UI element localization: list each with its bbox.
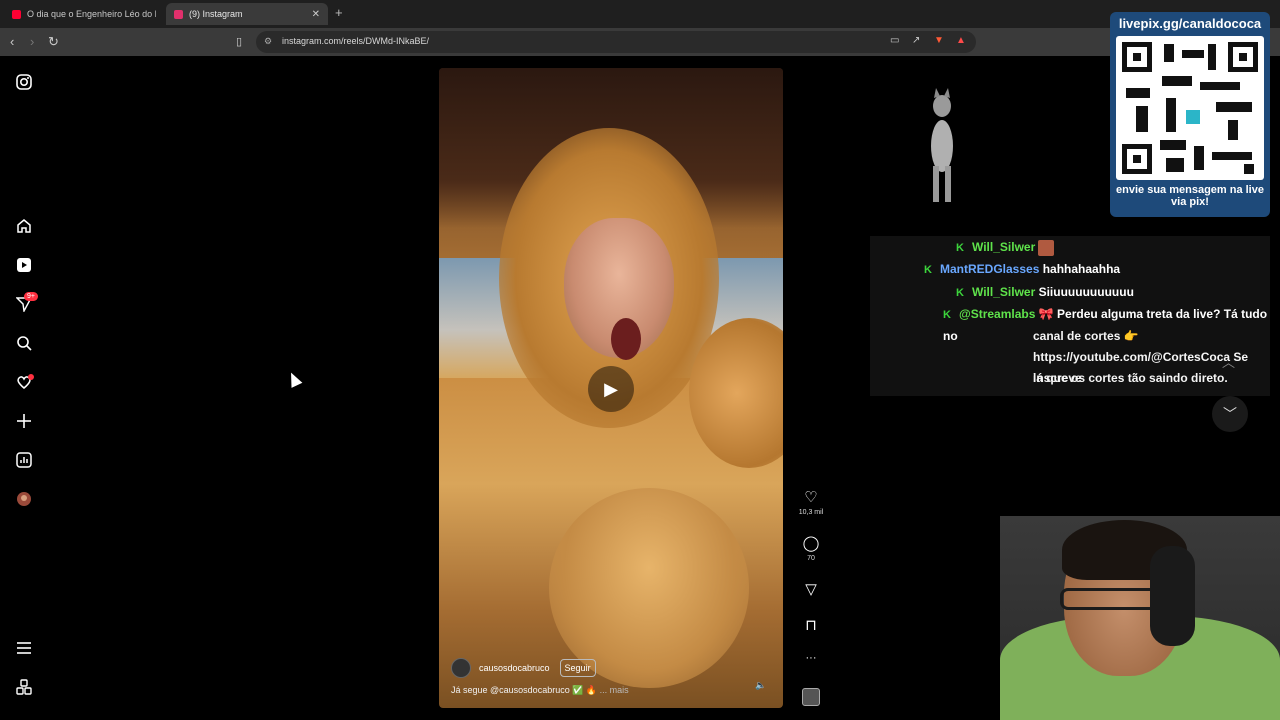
livepix-qr-panel: livepix.gg/canaldococa envie sua mensage… (1110, 12, 1270, 217)
back-icon[interactable]: ‹ (10, 34, 14, 49)
caption-more-link[interactable]: ... mais (600, 685, 629, 695)
reel-caption: Já segue @causosdocabruco ✅ 🔥 ... mais (451, 685, 629, 696)
instagram-favicon-icon (174, 9, 183, 19)
instagram-sidebar: 9+ (0, 56, 48, 720)
chat-message: K MantREDGlasses hahhahaahha (924, 259, 1120, 281)
reel-video[interactable]: ▶ causosdocabruco Seguir Já segue @causo… (439, 68, 783, 708)
menu-hamburger-icon[interactable] (14, 638, 34, 658)
home-icon[interactable] (14, 216, 34, 236)
profile-avatar[interactable] (14, 489, 34, 509)
share-send-icon: ▽ (805, 581, 817, 598)
comment-count: 70 (807, 555, 815, 562)
save-action[interactable]: ⊓ (795, 616, 827, 634)
chat-username: @Streamlabs (959, 307, 1036, 321)
url-text: instagram.com/reels/DWMd-INkaBE/ (282, 36, 430, 46)
chat-username: Will_Silwer (972, 240, 1036, 254)
chat-text: lá que os cortes tão saindo direto. (1033, 371, 1228, 385)
close-tab-icon[interactable]: ✕ (312, 9, 320, 20)
screen: O dia que o Engenheiro Léo do MBL (9) In… (0, 0, 1280, 720)
follow-button[interactable]: Seguir (559, 659, 596, 677)
tab-title: (9) Instagram (189, 9, 243, 19)
wolf-sticker-image (931, 88, 953, 202)
bookmark-icon[interactable]: ▯ (236, 35, 242, 48)
comment-action[interactable]: ◯ 70 (795, 534, 827, 562)
search-icon[interactable] (14, 333, 34, 353)
forward-icon[interactable]: › (30, 34, 34, 49)
emote-image (1038, 239, 1055, 256)
cast-icon[interactable]: ▭ (890, 35, 899, 46)
qr-footer: envie sua mensagem na live via pix! (1116, 184, 1264, 208)
like-action[interactable]: ♡ 10,3 mil (795, 488, 827, 516)
chat-message: K Will_Silwer Siiuuuuuuuuuuu (956, 282, 1134, 304)
create-plus-icon[interactable] (14, 411, 34, 431)
site-info-icon[interactable]: ⚙ (264, 36, 272, 47)
heart-icon: ♡ (804, 489, 818, 506)
reel-actions: ♡ 10,3 mil ◯ 70 ▽ ⊓ ··· (795, 488, 827, 712)
browser-toolbar: ‹ › ↻ ▯ ⚙ instagram.com/reels/DWMd-INkaB… (0, 28, 1280, 56)
messages-badge: 9+ (24, 292, 38, 301)
share-icon[interactable]: ↗ (912, 35, 920, 46)
brave-shield-icon[interactable]: ▼ (934, 35, 944, 46)
mouse-cursor-icon (285, 370, 303, 388)
chat-text: Siiuuuuuuuuuuu (1038, 285, 1134, 299)
tab-youtube[interactable]: O dia que o Engenheiro Léo do MBL (4, 3, 164, 25)
more-options-icon: ··· (805, 652, 817, 664)
kick-badge-icon: K (924, 264, 932, 276)
brave-rewards-icon[interactable]: ▲ (956, 35, 966, 46)
kick-badge-icon: K (956, 242, 964, 254)
previous-reel-icon[interactable]: ︿ (1222, 352, 1235, 371)
chat-text: hahhahaahha (1042, 262, 1121, 276)
new-tab-button[interactable]: + (335, 5, 343, 20)
chat-text: canal de cortes 👉 (1033, 329, 1139, 343)
bookmark-save-icon: ⊓ (805, 617, 817, 634)
like-count: 10,3 mil (798, 509, 824, 516)
more-options-action[interactable]: ··· (795, 652, 827, 664)
qr-title: livepix.gg/canaldococa (1118, 16, 1262, 31)
share-action[interactable]: ▽ (795, 580, 827, 598)
next-reel-button[interactable]: ﹀ (1212, 396, 1248, 432)
tab-title: O dia que o Engenheiro Léo do MBL (27, 9, 156, 19)
also-from-meta-icon[interactable] (14, 677, 34, 697)
owner-username[interactable]: causosdocabruco (479, 663, 550, 673)
address-bar[interactable]: ⚙ instagram.com/reels/DWMd-INkaBE/ ▭ ↗ ▼… (256, 31, 976, 53)
reels-icon[interactable] (14, 255, 34, 275)
live-chat-overlay: K Will_Silwer K MantREDGlasses hahhahaahha… (870, 236, 1270, 396)
chat-username: Will_Silwer (972, 285, 1036, 299)
streamer-webcam (1000, 516, 1280, 720)
browser-tab-bar: O dia que o Engenheiro Léo do MBL (9) In… (0, 0, 1280, 28)
reel-owner: causosdocabruco Seguir (451, 658, 596, 678)
kick-badge-icon: K (956, 287, 964, 299)
caption-text: Já segue @causosdocabruco ✅ 🔥 (451, 685, 598, 695)
video-open-mouth (611, 318, 641, 360)
play-button[interactable]: ▶ (588, 366, 634, 412)
mute-icon[interactable]: 🔈 (755, 680, 766, 691)
dashboard-icon[interactable] (14, 450, 34, 470)
comment-icon: ◯ (802, 535, 820, 552)
tab-instagram[interactable]: (9) Instagram ✕ (166, 3, 328, 25)
notification-dot (28, 374, 34, 380)
chat-message: K Will_Silwer (956, 237, 1055, 259)
youtube-favicon-icon (12, 9, 21, 19)
webcam-headphones (1150, 546, 1195, 646)
qr-code-image (1116, 36, 1264, 180)
instagram-logo-icon[interactable] (14, 72, 34, 92)
kick-badge-icon: K (943, 309, 951, 321)
chevron-down-icon: ﹀ (1223, 406, 1237, 422)
chat-username: MantREDGlasses (940, 262, 1040, 276)
reload-icon[interactable]: ↻ (48, 34, 59, 50)
audio-thumbnail[interactable] (802, 688, 820, 706)
owner-avatar[interactable] (451, 658, 471, 678)
